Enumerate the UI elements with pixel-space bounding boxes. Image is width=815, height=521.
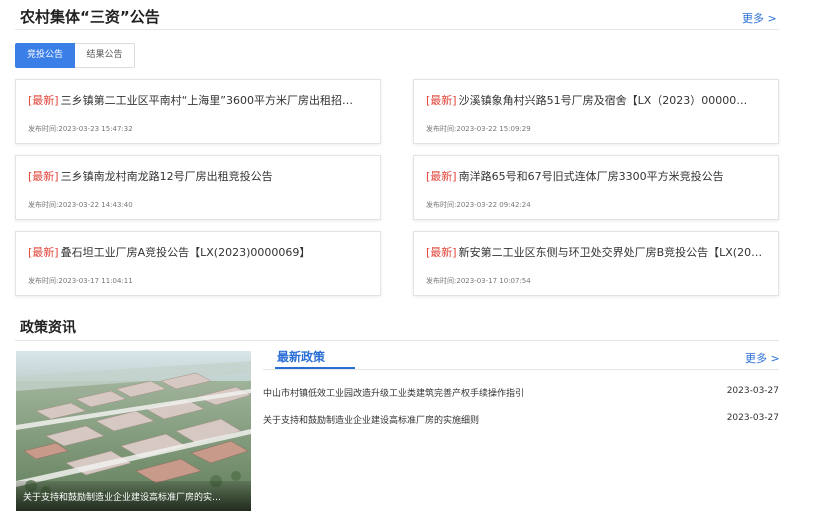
announcement-title[interactable]: [最新] 三乡镇南龙村南龙路12号厂房出租竞投公告 — [28, 168, 370, 184]
announcement-card[interactable]: [最新] 新安第二工业区东侧与环卫处交界处厂房B竞投公告【LX(20… 发布时间:… — [413, 231, 779, 296]
announcement-card[interactable]: [最新] 三乡镇南龙村南龙路12号厂房出租竞投公告 发布时间:2023-03-22… — [15, 155, 381, 220]
announcements-divider — [15, 29, 779, 30]
announcement-date: 发布时间:2023-03-22 09:42:24 — [426, 201, 531, 209]
tab-result-announcement[interactable]: 结果公告 — [75, 43, 135, 68]
policy-divider — [15, 340, 779, 341]
policy-item-date: 2023-03-27 — [726, 386, 779, 396]
policy-tab-active-indicator — [275, 367, 355, 369]
announcement-title-text: 新安第二工业区东侧与环卫处交界处厂房B竞投公告【LX(20… — [458, 246, 763, 259]
latest-tag: [最新] — [426, 94, 457, 107]
policy-item-date: 2023-03-27 — [726, 413, 779, 423]
announcement-title[interactable]: [最新] 叠石坦工业厂房A竞投公告【LX(2023)0000069】 — [28, 244, 370, 260]
announcement-tabs: 竞投公告 结果公告 — [15, 43, 135, 68]
policy-list-item[interactable]: 关于支持和鼓励制造业企业建设高标准厂房的实施细则 2023-03-27 — [263, 413, 779, 429]
announcement-date: 发布时间:2023-03-22 14:43:40 — [28, 201, 133, 209]
policy-list-item[interactable]: 中山市村镇低效工业园改造升级工业类建筑完善产权手续操作指引 2023-03-27 — [263, 386, 779, 402]
latest-tag: [最新] — [28, 94, 59, 107]
announcement-date: 发布时间:2023-03-17 11:04:11 — [28, 277, 133, 285]
policy-tab-divider — [263, 369, 779, 370]
announcement-title[interactable]: [最新] 三乡镇第二工业区平南村“上海里”3600平方米厂房出租招… — [28, 92, 370, 108]
announcement-card[interactable]: [最新] 叠石坦工业厂房A竞投公告【LX(2023)0000069】 发布时间:2… — [15, 231, 381, 296]
policy-featured-photo[interactable]: 关于支持和鼓励制造业企业建设高标准厂房的实… — [16, 351, 251, 511]
announcement-title-text: 三乡镇第二工业区平南村“上海里”3600平方米厂房出租招… — [60, 94, 353, 107]
policy-more-link[interactable]: 更多 > — [745, 350, 780, 366]
latest-tag: [最新] — [28, 246, 59, 259]
announcement-date: 发布时间:2023-03-22 15:09:29 — [426, 125, 531, 133]
tab-bidding-announcement[interactable]: 竞投公告 — [15, 43, 75, 68]
announcement-card[interactable]: [最新] 三乡镇第二工业区平南村“上海里”3600平方米厂房出租招… 发布时间:2… — [15, 79, 381, 144]
policy-item-title[interactable]: 关于支持和鼓励制造业企业建设高标准厂房的实施细则 — [263, 413, 683, 426]
photo-caption-text: 关于支持和鼓励制造业企业建设高标准厂房的实… — [23, 493, 222, 503]
announcements-more-link[interactable]: 更多 > — [742, 10, 777, 26]
announcement-title-text: 叠石坦工业厂房A竞投公告【LX(2023)0000069】 — [60, 246, 311, 259]
policy-section-title: 政策资讯 — [20, 320, 76, 336]
announcement-title-text: 三乡镇南龙村南龙路12号厂房出租竞投公告 — [60, 170, 273, 183]
announcement-date: 发布时间:2023-03-17 10:07:54 — [426, 277, 531, 285]
latest-tag: [最新] — [426, 246, 457, 259]
policy-item-title[interactable]: 中山市村镇低效工业园改造升级工业类建筑完善产权手续操作指引 — [263, 386, 683, 399]
announcement-title[interactable]: [最新] 新安第二工业区东侧与环卫处交界处厂房B竞投公告【LX(20… — [426, 244, 768, 260]
announcement-date: 发布时间:2023-03-23 15:47:32 — [28, 125, 133, 133]
announcement-card[interactable]: [最新] 沙溪镇象角村兴路51号厂房及宿舍【LX（2023）00000… 发布时间… — [413, 79, 779, 144]
announcement-title-text: 南洋路65号和67号旧式连体厂房3300平方米竞投公告 — [458, 170, 724, 183]
announcement-card[interactable]: [最新] 南洋路65号和67号旧式连体厂房3300平方米竞投公告 发布时间:202… — [413, 155, 779, 220]
announcement-title-text: 沙溪镇象角村兴路51号厂房及宿舍【LX（2023）00000… — [458, 94, 748, 107]
tab-latest-policy[interactable]: 最新政策 — [277, 348, 325, 365]
photo-caption: 关于支持和鼓励制造业企业建设高标准厂房的实… — [16, 481, 251, 511]
latest-tag: [最新] — [28, 170, 59, 183]
announcement-title[interactable]: [最新] 沙溪镇象角村兴路51号厂房及宿舍【LX（2023）00000… — [426, 92, 768, 108]
announcement-title[interactable]: [最新] 南洋路65号和67号旧式连体厂房3300平方米竞投公告 — [426, 168, 768, 184]
latest-tag: [最新] — [426, 170, 457, 183]
announcements-title: 农村集体“三资”公告 — [20, 8, 160, 26]
